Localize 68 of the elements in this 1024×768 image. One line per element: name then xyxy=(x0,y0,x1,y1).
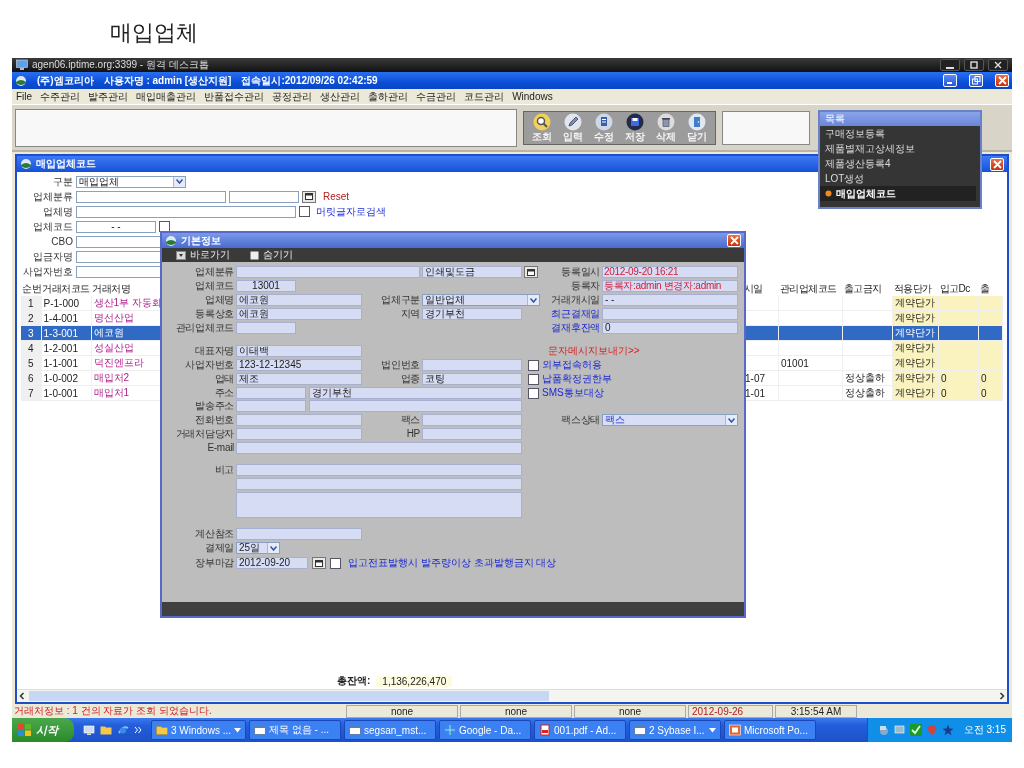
field-label: 업체명 xyxy=(203,294,234,306)
status-message: 거래처정보 : 1 건의 자료가 조회 되었습니다. xyxy=(14,704,213,718)
field-label: 업체구분 xyxy=(380,294,420,306)
field-label: 주소 xyxy=(213,387,234,399)
table-cell: 1-0-001 xyxy=(41,385,91,401)
table-cell: 1-2-001 xyxy=(41,340,91,356)
status-cell: none xyxy=(346,704,458,718)
field-label: HP xyxy=(405,428,420,440)
company-name: (주)엠코리아 xyxy=(37,73,94,88)
panel-title: 목록 xyxy=(820,112,980,126)
field-label: 팩스 xyxy=(399,414,420,426)
field-label: 법인번호 xyxy=(380,359,420,371)
status-cell: none xyxy=(574,704,686,718)
field-label: 업체코드 xyxy=(32,220,73,233)
field-label: 업태 xyxy=(213,373,234,385)
field-label: 장부마감 xyxy=(194,557,234,569)
slide-title: 매입업체 xyxy=(110,19,198,47)
status-date: 2012-09-26 xyxy=(688,704,773,718)
total-label: 총잔액: xyxy=(337,674,371,688)
field-label: 대표자명 xyxy=(194,345,234,357)
field-label: 비고 xyxy=(213,464,234,476)
field-label: 등록자 xyxy=(569,280,600,292)
table-cell: 1-1-001 xyxy=(41,355,91,371)
table-cell: 계약단가 xyxy=(892,296,939,311)
field-label: 팩스상태 xyxy=(560,414,600,426)
checkbox-label: 머릿글자로검색 xyxy=(316,204,386,219)
field-label: 전화번호 xyxy=(194,414,234,426)
checkbox-label: 입고전표발행시 발주량이상 초과발행금지 대상 xyxy=(348,556,557,570)
table-cell: 정상출하 xyxy=(842,385,893,401)
field-label: 등록일시 xyxy=(560,266,600,278)
user-name: 사용자명 : admin [생산지원] xyxy=(103,73,232,88)
row-number: 1 xyxy=(21,296,41,311)
field-label: 사업자번호 xyxy=(23,265,73,278)
field-label: E-mail xyxy=(206,442,234,454)
clock: 오전 3:15 xyxy=(963,723,1006,737)
checkbox-label: 납품확정권한부 xyxy=(542,372,612,386)
field-label: 최근결재일 xyxy=(550,308,600,320)
login-time: 접속일시:2012/09/26 02:42:59 xyxy=(241,73,378,88)
table-cell: 정상출하 xyxy=(842,370,893,386)
checkbox-label: SMS통보대상 xyxy=(542,386,604,400)
table-cell: 1-0-002 xyxy=(41,370,91,386)
window-title: agen06.iptime.org:3399 - 원격 데스크톱 xyxy=(32,59,209,71)
field-label: 등록상호 xyxy=(194,308,234,320)
field-label: 구분 xyxy=(52,175,73,188)
field-label: 입금자명 xyxy=(32,250,73,263)
table-cell: 01001 xyxy=(778,355,843,371)
field-label: CBO xyxy=(50,235,73,248)
field-label: 업체코드 xyxy=(194,280,234,292)
table-cell: 1-4-001 xyxy=(41,310,91,326)
window-title: 매입업체코드 xyxy=(36,157,96,171)
total-value: 1,136,226,470 xyxy=(376,675,453,687)
field-label: 계산참조 xyxy=(194,528,234,540)
field-label: 결재후잔액 xyxy=(550,322,600,334)
table-cell: P-1-000 xyxy=(41,296,91,311)
field-label: 지역 xyxy=(399,308,420,320)
field-label: 업체분류 xyxy=(194,266,234,278)
field-label: 사업자번호 xyxy=(184,359,234,371)
dialog-title: 기본정보 xyxy=(181,233,221,248)
field-label: 거래개시일 xyxy=(550,294,600,306)
status-cell: none xyxy=(460,704,572,718)
field-label: 업체분류 xyxy=(32,190,73,203)
field-label: 거래처담당자 xyxy=(174,428,234,440)
checkbox-label: 외부접속허용 xyxy=(542,358,602,372)
field-label: 업체명 xyxy=(42,205,73,218)
status-time: 3:15:54 AM xyxy=(775,704,857,718)
field-label: 결제일 xyxy=(203,542,234,554)
field-label: 발송주소 xyxy=(194,400,234,412)
field-label: 업종 xyxy=(399,373,420,385)
